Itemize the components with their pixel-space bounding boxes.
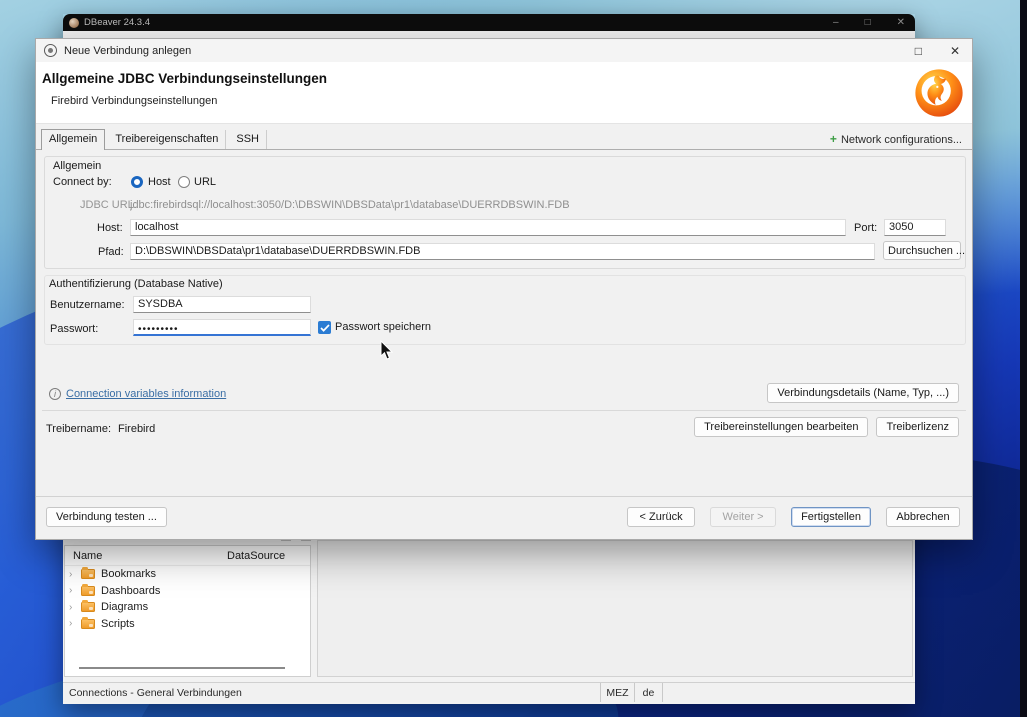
path-input[interactable]: D:\DBSWIN\DBSData\pr1\database\DUERRDBSW… [130, 243, 875, 260]
driver-name-label: Treibername: [46, 423, 111, 435]
test-connection-button[interactable]: Verbindung testen ... [46, 507, 167, 527]
dialog-close-button[interactable]: ✕ [950, 44, 960, 58]
password-input[interactable]: ••••••••• [133, 319, 311, 336]
password-label: Passwort: [50, 323, 98, 335]
tree-column-name[interactable]: Name [73, 550, 102, 562]
database-navigator-panel: Name DataSource › Bookmarks › Dashboards… [64, 545, 311, 677]
tree-item-label: Bookmarks [101, 568, 156, 580]
driver-name-value: Firebird [118, 423, 155, 435]
dbeaver-app-icon [69, 18, 79, 28]
chevron-right-icon[interactable]: › [69, 569, 79, 580]
tab-ssh[interactable]: SSH [229, 130, 267, 149]
firebird-logo-icon [912, 66, 966, 120]
tree-item-dashboards[interactable]: › Dashboards [65, 583, 310, 600]
editor-area [317, 540, 913, 677]
divider [42, 410, 966, 411]
status-language[interactable]: de [635, 683, 663, 702]
jdbc-url-value: jdbc:firebirdsql://localhost:3050/D:\DBS… [130, 199, 954, 211]
dialog-tabbar: Allgemein Treibereigenschaften SSH +Netw… [36, 129, 972, 150]
finish-button[interactable]: Fertigstellen [791, 507, 871, 527]
username-input[interactable]: SYSDBA [133, 296, 311, 313]
url-radio-label[interactable]: URL [194, 176, 216, 188]
save-password-checkbox[interactable] [318, 321, 331, 334]
back-button[interactable]: < Zurück [627, 507, 695, 527]
auth-group-title: Authentifizierung (Database Native) [49, 278, 223, 290]
tree-column-datasource[interactable]: DataSource [227, 550, 285, 562]
main-window-title: DBeaver 24.3.4 [84, 17, 150, 28]
dialog-title: Neue Verbindung anlegen [64, 45, 191, 57]
host-radio-label[interactable]: Host [148, 176, 171, 188]
tree-item-label: Dashboards [101, 585, 160, 597]
tree-item-diagrams[interactable]: › Diagrams [65, 599, 310, 616]
tab-allgemein[interactable]: Allgemein [41, 129, 105, 150]
bookmarks-folder-icon [81, 569, 95, 579]
status-timezone[interactable]: MEZ [601, 683, 635, 702]
horizontal-scrollbar[interactable] [79, 667, 285, 669]
next-button[interactable]: Weiter > [710, 507, 776, 527]
auth-group: Authentifizierung (Database Native) Benu… [44, 275, 966, 345]
tree-item-label: Diagrams [101, 601, 148, 613]
connection-icon [44, 44, 57, 57]
username-label: Benutzername: [50, 299, 125, 311]
port-input[interactable]: 3050 [884, 219, 946, 236]
tab-treibereigenschaften[interactable]: Treibereigenschaften [108, 130, 226, 149]
status-bar: Connections - General Verbindungen MEZ d… [63, 682, 915, 702]
scripts-folder-icon [81, 619, 95, 629]
host-input[interactable]: localhost [130, 219, 846, 236]
chevron-right-icon[interactable]: › [69, 602, 79, 613]
chevron-right-icon[interactable]: › [69, 585, 79, 596]
port-label: Port: [854, 222, 877, 234]
main-maximize-button[interactable]: □ [865, 17, 871, 28]
status-connection-info: Connections - General Verbindungen [63, 683, 601, 702]
save-password-label[interactable]: Passwort speichern [335, 321, 431, 333]
connect-by-label: Connect by: [53, 176, 112, 188]
dialog-button-bar: Verbindung testen ... < Zurück Weiter > … [36, 496, 972, 539]
dialog-titlebar[interactable]: Neue Verbindung anlegen □ ✕ [36, 39, 972, 62]
connection-variables-link[interactable]: Connection variables information [66, 388, 226, 400]
info-icon: i [49, 388, 61, 400]
general-group: Allgemein Connect by: Host URL JDBC URL:… [44, 156, 966, 269]
host-label: Host: [97, 222, 123, 234]
tree-header-row: Name DataSource [65, 546, 310, 566]
chevron-right-icon[interactable]: › [69, 618, 79, 629]
main-close-button[interactable]: ✕ [897, 17, 905, 28]
dialog-maximize-button[interactable]: □ [915, 44, 922, 58]
browse-button[interactable]: Durchsuchen ... [883, 241, 961, 260]
tree-item-scripts[interactable]: › Scripts [65, 616, 310, 633]
cancel-button[interactable]: Abbrechen [886, 507, 960, 527]
edit-driver-settings-button[interactable]: Treibereinstellungen bearbeiten [694, 417, 868, 437]
page-subtitle: Firebird Verbindungseinstellungen [51, 95, 217, 107]
screen-edge [1020, 0, 1027, 717]
general-group-title: Allgemein [53, 160, 101, 172]
desktop: DBeaver 24.3.4 – □ ✕ Name DataSource › [0, 0, 1027, 717]
page-title: Allgemeine JDBC Verbindungseinstellungen [42, 71, 327, 86]
network-configurations-link[interactable]: +Network configurations... [830, 132, 962, 146]
main-minimize-button[interactable]: – [833, 17, 839, 28]
new-connection-dialog: Neue Verbindung anlegen □ ✕ Allgemeine J… [35, 38, 973, 540]
host-radio[interactable] [131, 176, 143, 188]
dialog-header: Allgemeine JDBC Verbindungseinstellungen… [36, 62, 972, 124]
jdbc-url-label: JDBC URL: [80, 199, 137, 211]
main-window-titlebar[interactable]: DBeaver 24.3.4 – □ ✕ [63, 14, 915, 31]
path-label: Pfad: [98, 246, 124, 258]
dashboards-folder-icon [81, 586, 95, 596]
tree-item-label: Scripts [101, 618, 135, 630]
plus-icon: + [830, 132, 837, 146]
diagrams-folder-icon [81, 602, 95, 612]
tree-item-bookmarks[interactable]: › Bookmarks [65, 566, 310, 583]
url-radio[interactable] [178, 176, 190, 188]
mouse-cursor [380, 340, 395, 361]
connection-details-button[interactable]: Verbindungsdetails (Name, Typ, ...) [767, 383, 959, 403]
driver-license-button[interactable]: Treiberlizenz [876, 417, 959, 437]
